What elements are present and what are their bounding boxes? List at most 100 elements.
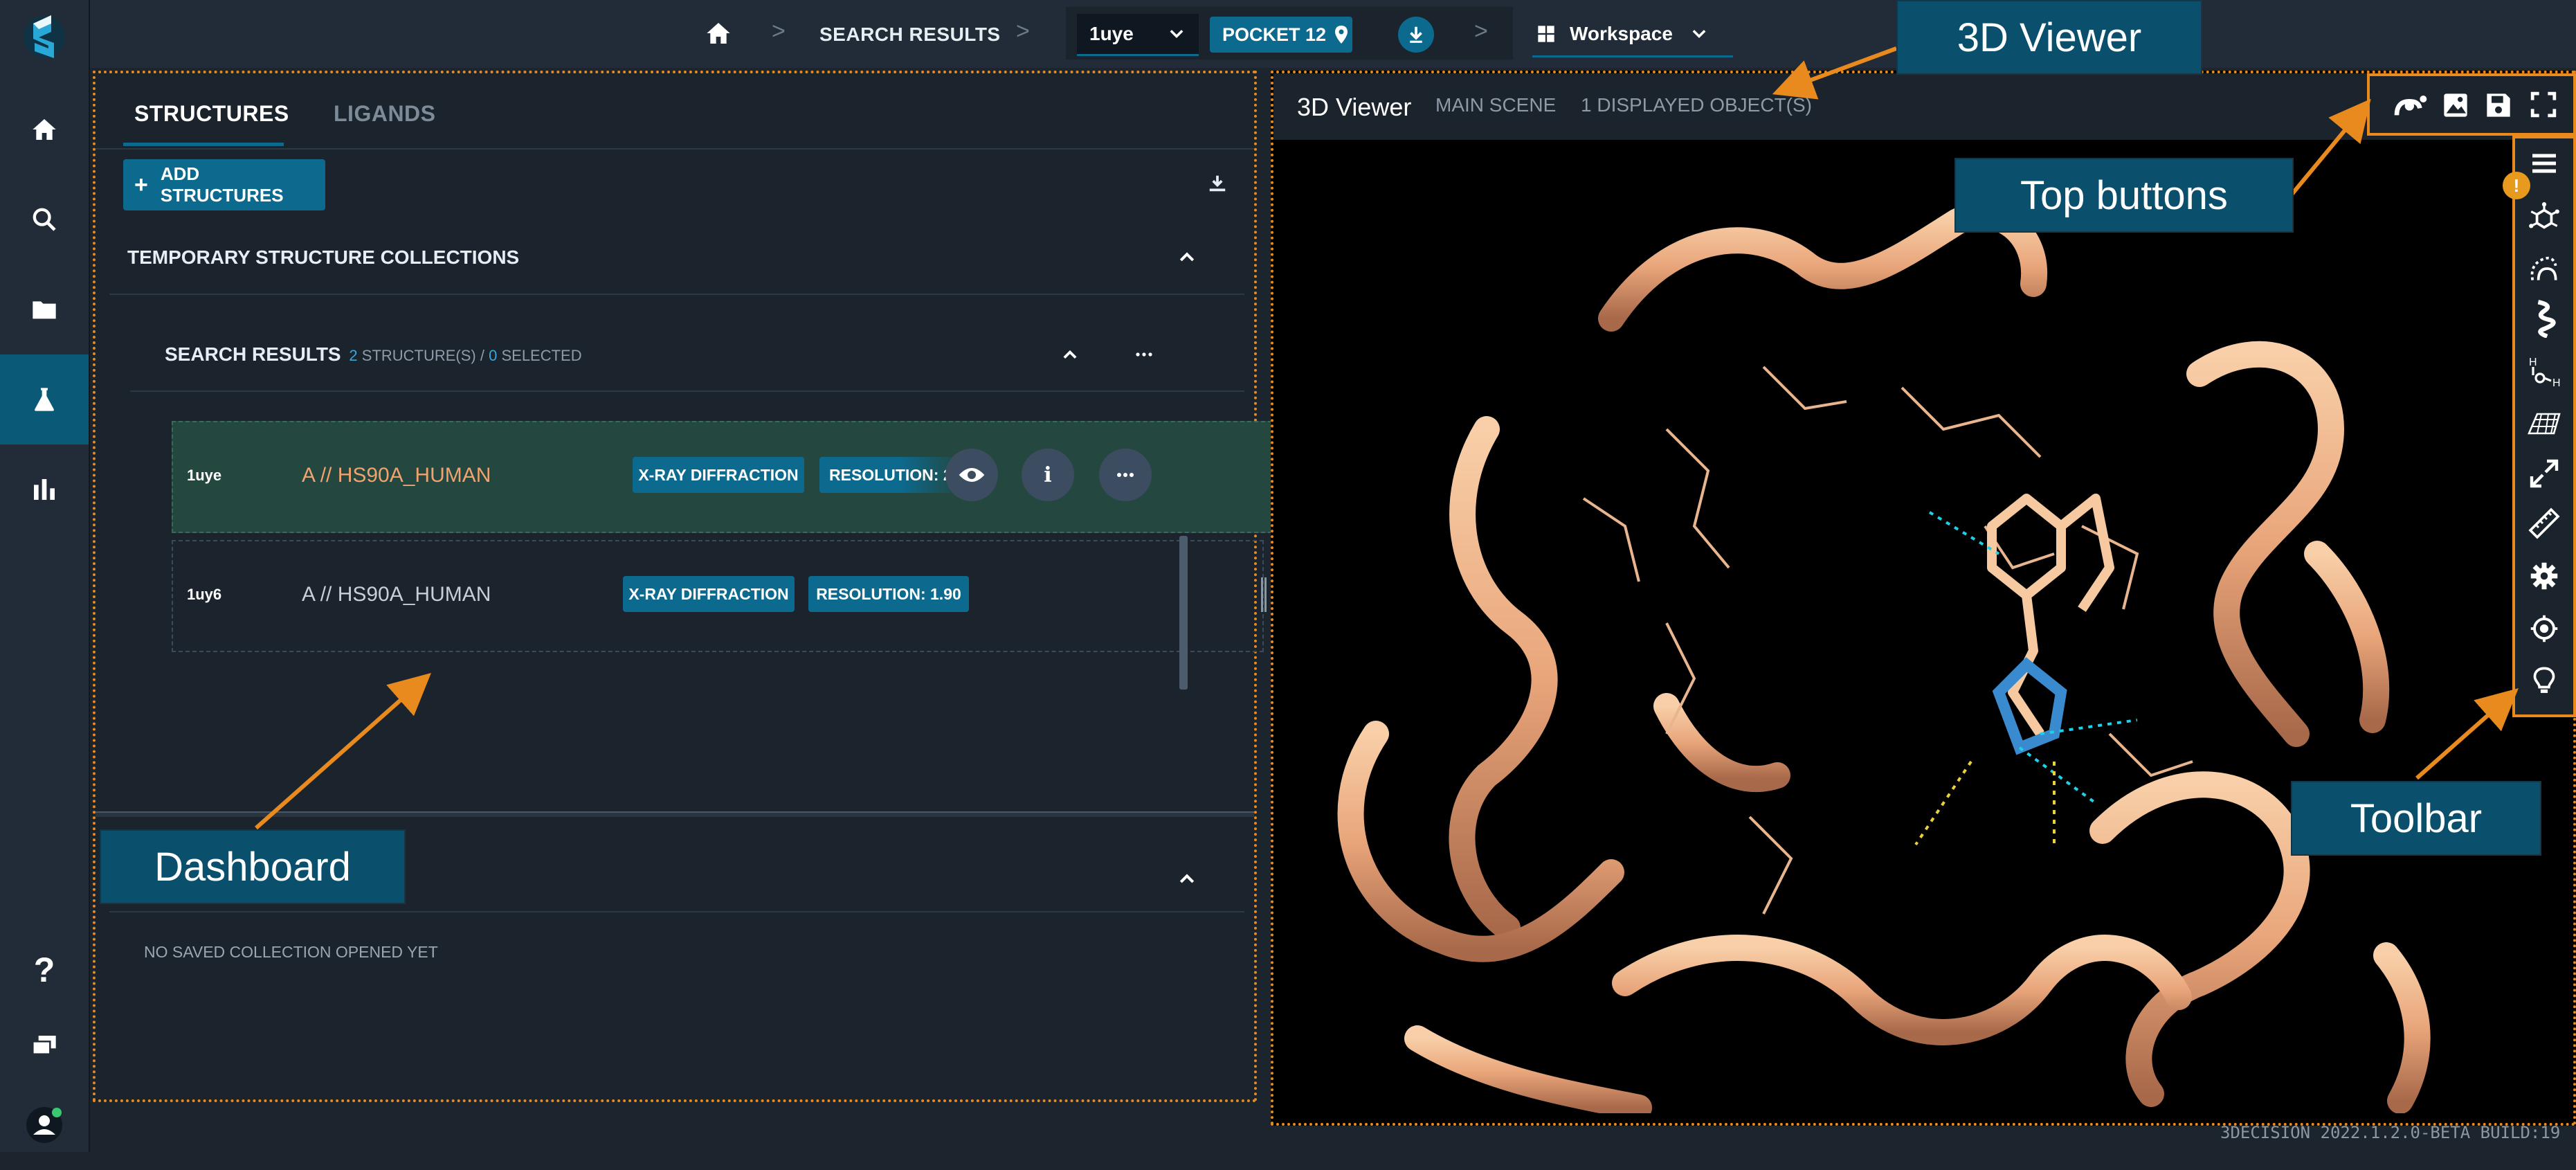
nav-chat[interactable] [0,1001,89,1091]
top-bar: > SEARCH RESULTS > 1uye POCKET 12 > Work… [90,0,2576,68]
info-icon: i [1044,462,1052,487]
toolbar-grid-button[interactable] [2515,399,2573,449]
nav-analytics[interactable] [0,444,89,534]
toggle-visibility-button[interactable] [945,449,998,501]
toolbar-measure-button[interactable] [2515,498,2573,548]
fullscreen-button[interactable] [2530,91,2557,118]
svg-text:H: H [2552,377,2561,389]
toolbar-cartoon-button[interactable] [2515,294,2573,343]
more-horizontal-icon [1117,473,1134,477]
divider [130,390,1244,392]
helix-icon [2537,300,2556,338]
chevron-up-icon [1179,874,1195,883]
nav-search[interactable] [0,174,89,264]
structure-id: 1uy6 [187,586,222,603]
hydrogen-bond-icon: HH [2529,357,2561,389]
panel-resize-handle[interactable] [1261,577,1267,612]
row-menu-button[interactable] [1099,449,1152,501]
selected-count: 0 [489,347,498,364]
collapse-saved-button[interactable] [1175,868,1199,889]
divider [96,148,1254,150]
save-icon [2487,93,2510,117]
pocket-label: POCKET 12 [1222,24,1327,45]
resolution-badge: RESOLUTION: 2 [819,457,965,493]
info-button[interactable]: i [1022,449,1074,501]
toolbar-clip-button[interactable] [2515,449,2573,498]
flask-icon [35,388,54,411]
method-badge-text: X-RAY DIFFRACTION [638,465,799,484]
ruler-icon [2528,507,2560,539]
workspace-label: Workspace [1570,23,1673,44]
workspace-dropdown[interactable]: Workspace [1532,12,1733,57]
viewer-title: 3D Viewer [1297,93,1412,121]
tab-structures[interactable]: STRUCTURES [134,101,289,127]
structure-count: 2 [349,347,358,364]
molecule-viewport[interactable] [1279,138,2511,1113]
orbit-icon [2394,96,2427,116]
hamburger-icon [2532,154,2556,173]
table-row[interactable]: 1uy6 A // HS90A_HUMAN X-RAY DIFFRACTION … [172,540,1264,652]
bar-chart-icon [34,479,55,500]
location-pin-icon [1335,26,1348,44]
surface-icon [2530,256,2557,281]
toolbar-settings-button[interactable] [2515,551,2573,601]
list-scrollbar[interactable] [1179,536,1188,690]
structure-dropdown-value: 1uye [1089,23,1134,44]
search-results-menu-button[interactable] [1134,346,1154,363]
build-version: 3DECISION 2022.1.2.0-BETA BUILD:19 [2220,1123,2561,1142]
toolbar-ligand-button[interactable] [2515,194,2573,244]
panel-splitter[interactable] [96,811,1254,817]
dashboard-panel: STRUCTURES LIGANDS + ADD STRUCTURES TEMP… [93,71,1272,1102]
molecule-icon [2529,202,2559,229]
export-button[interactable] [1207,173,1228,194]
structure-name: A // HS90A_HUMAN [302,583,491,606]
breadcrumb-home[interactable] [705,19,732,47]
nav-workspace[interactable] [0,354,89,444]
logo-icon [24,15,65,58]
left-nav: ? [0,0,90,1152]
tab-ligands[interactable]: LIGANDS [334,101,436,127]
table-row[interactable]: 1uye A // HS90A_HUMAN X-RAY DIFFRACTION … [172,421,1272,533]
toolbar-surface-button[interactable] [2515,244,2573,294]
temporary-collections-title: TEMPORARY STRUCTURE COLLECTIONS [127,246,520,268]
structure-dropdown[interactable]: 1uye [1077,14,1199,56]
structure-name: A // HS90A_HUMAN [302,464,491,487]
pocket-button[interactable]: POCKET 12 [1210,17,1352,53]
viewer-toolbar: HH [2512,136,2576,717]
eye-icon [959,468,985,482]
callout-toolbar-text: Toolbar [2350,795,2483,841]
svg-text:H: H [2529,357,2537,368]
clipping-icon [2530,459,2559,488]
search-results-header: SEARCH RESULTS 2 STRUCTURE(S) / 0 SELECT… [165,343,582,366]
structure-id: 1uye [187,467,222,484]
alert-icon: ! [2513,174,2520,196]
app-logo[interactable] [0,0,89,73]
lightbulb-icon [2533,667,2555,693]
displayed-objects-label[interactable]: 1 DISPLAYED OBJECT(S) [1581,94,1812,116]
toolbar-hints-button[interactable] [2515,656,2573,706]
screenshot-button[interactable] [2442,91,2469,119]
structure-count-label: STRUCTURE(S) / [357,347,489,364]
camera-path-button[interactable] [2393,94,2428,118]
selected-count-label: SELECTED [497,347,582,364]
toolbar-hbond-button[interactable]: HH [2515,346,2573,396]
collapse-search-results-button[interactable] [1059,345,1081,364]
notification-badge[interactable]: ! [2503,172,2530,199]
callout-3d-viewer: 3D Viewer [1896,0,2202,75]
nav-home[interactable] [0,84,89,174]
collapse-temporary-button[interactable] [1175,246,1199,267]
callout-toolbar: Toolbar [2291,781,2541,856]
toolbar-center-button[interactable] [2515,604,2573,654]
scene-label[interactable]: MAIN SCENE [1435,94,1556,116]
chevron-right-icon: > [1016,18,1030,44]
saved-collection-empty-text: NO SAVED COLLECTION OPENED YET [144,943,438,961]
help-icon: ? [33,951,55,989]
nav-user[interactable] [0,1080,89,1170]
breadcrumb-search-results[interactable]: SEARCH RESULTS [819,24,1001,46]
add-structures-button[interactable]: + ADD STRUCTURES [123,159,325,210]
nav-folders[interactable] [0,264,89,354]
divider [109,294,1244,295]
chevron-right-icon: > [1474,18,1488,44]
download-button[interactable] [1398,17,1434,53]
save-button[interactable] [2485,91,2512,119]
